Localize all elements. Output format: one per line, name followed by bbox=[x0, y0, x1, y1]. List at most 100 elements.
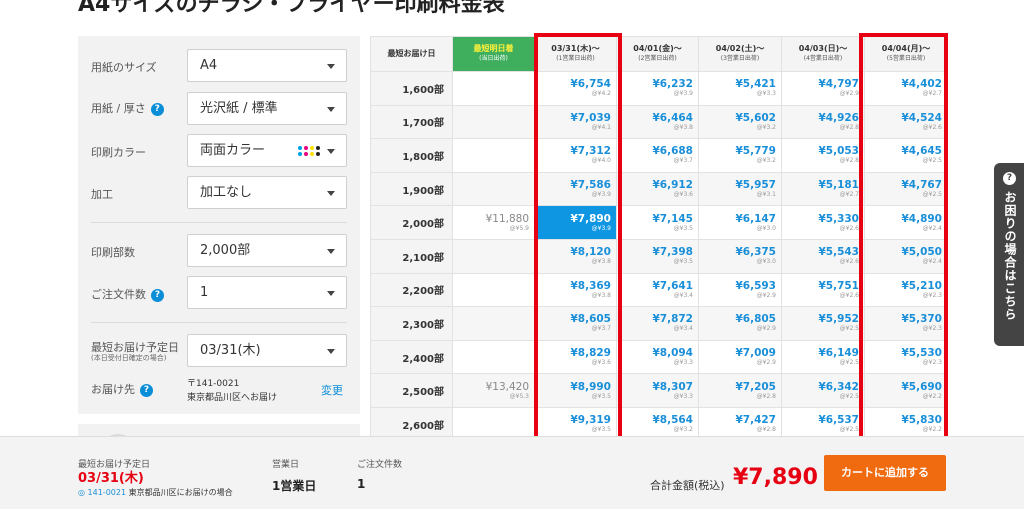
express-price-cell[interactable]: ¥11,880 @¥5.9 bbox=[452, 205, 535, 240]
price-value: ¥6,805 bbox=[735, 313, 776, 326]
price-cell[interactable]: ¥5,050 @¥2.4 bbox=[864, 238, 948, 274]
date-header-title: 04/02(土)〜 bbox=[715, 44, 765, 53]
unit-price: @¥3.3 bbox=[673, 392, 693, 400]
paper-type-value: 光沢紙 / 標準 bbox=[200, 101, 278, 116]
price-cell[interactable]: ¥4,524 @¥2.6 bbox=[864, 104, 948, 140]
paper-size-select[interactable]: A4 bbox=[187, 49, 347, 82]
price-cell[interactable]: ¥5,530 @¥2.3 bbox=[864, 339, 948, 375]
price-value: ¥8,120 bbox=[570, 246, 611, 259]
order-count-label: ご注文件数? bbox=[91, 286, 164, 302]
price-cell[interactable]: ¥7,039 @¥4.1 bbox=[534, 104, 617, 140]
price-cell[interactable]: ¥6,342 @¥2.5 bbox=[781, 373, 865, 408]
order-count-select[interactable]: 1 bbox=[187, 276, 347, 309]
price-cell[interactable]: ¥5,181 @¥2.7 bbox=[781, 171, 865, 207]
price-cell[interactable]: ¥4,926 @¥2.8 bbox=[781, 104, 865, 140]
price-cell[interactable]: ¥5,957 @¥3.1 bbox=[698, 171, 782, 207]
unit-price: @¥2.4 bbox=[922, 224, 942, 232]
price-cell[interactable]: ¥6,805 @¥2.9 bbox=[698, 306, 782, 341]
price-cell[interactable]: ¥6,912 @¥3.6 bbox=[616, 171, 699, 207]
price-cell[interactable]: ¥4,402 @¥2.7 bbox=[864, 71, 948, 106]
summary-zip[interactable]: 141-0021 bbox=[88, 488, 127, 497]
unit-price: @¥4.0 bbox=[591, 157, 611, 165]
destination-label-text: お届け先 bbox=[91, 383, 135, 396]
price-value: ¥7,641 bbox=[652, 279, 693, 292]
unit-price: @¥3.0 bbox=[756, 258, 776, 266]
quantity-cell: 1,700部 bbox=[370, 104, 453, 140]
price-cell[interactable]: ¥6,464 @¥3.8 bbox=[616, 104, 699, 140]
date-header[interactable]: 04/01(金)〜 (2営業日出荷) bbox=[616, 36, 699, 72]
price-cell[interactable]: ¥8,829 @¥3.6 bbox=[534, 339, 617, 375]
destination-change-link[interactable]: 変更 bbox=[321, 382, 343, 398]
table-header-row: 最短お届け日 最短明日着 (当日出荷) 03/31(木)〜 (1営業日出荷) 04… bbox=[370, 36, 948, 72]
price-cell[interactable]: ¥7,890 @¥3.9 bbox=[534, 205, 617, 240]
price-cell[interactable]: ¥6,232 @¥3.9 bbox=[616, 71, 699, 106]
unit-price: @¥2.9 bbox=[756, 359, 776, 367]
quantity-cell: 1,600部 bbox=[370, 71, 453, 106]
add-to-cart-button[interactable]: カートに追加する bbox=[824, 455, 946, 491]
delivery-date-value: 03/31(木) bbox=[200, 343, 261, 358]
price-cell[interactable]: ¥8,307 @¥3.3 bbox=[616, 373, 699, 408]
price-cell[interactable]: ¥6,147 @¥3.0 bbox=[698, 205, 782, 240]
price-value: ¥5,330 bbox=[818, 212, 859, 225]
price-cell[interactable]: ¥4,890 @¥2.4 bbox=[864, 205, 948, 240]
price-cell[interactable]: ¥7,009 @¥2.9 bbox=[698, 339, 782, 375]
price-cell[interactable]: ¥5,053 @¥2.8 bbox=[781, 138, 865, 173]
unit-price: @¥3.9 bbox=[591, 224, 611, 232]
price-cell[interactable]: ¥7,586 @¥3.9 bbox=[534, 171, 617, 207]
price-cell[interactable]: ¥8,369 @¥3.8 bbox=[534, 272, 617, 308]
price-cell[interactable]: ¥6,149 @¥2.5 bbox=[781, 339, 865, 375]
price-cell[interactable]: ¥5,602 @¥3.2 bbox=[698, 104, 782, 140]
price-cell[interactable]: ¥6,375 @¥3.0 bbox=[698, 238, 782, 274]
price-cell[interactable]: ¥7,872 @¥3.4 bbox=[616, 306, 699, 341]
unit-price: @¥3.4 bbox=[673, 291, 693, 299]
finishing-select[interactable]: 加工なし bbox=[187, 176, 347, 209]
price-cell[interactable]: ¥7,312 @¥4.0 bbox=[534, 138, 617, 173]
date-header-sub: (2営業日出荷) bbox=[638, 55, 677, 62]
price-cell[interactable]: ¥5,421 @¥3.3 bbox=[698, 71, 782, 106]
delivery-date-select[interactable]: 03/31(木) bbox=[187, 334, 347, 367]
destination-address: 東京都品川区へお届け bbox=[187, 393, 278, 403]
help-tab[interactable]: ? お困りの場合はこちら bbox=[994, 163, 1024, 346]
price-cell[interactable]: ¥5,779 @¥3.2 bbox=[698, 138, 782, 173]
price-cell[interactable]: ¥6,754 @¥4.2 bbox=[534, 71, 617, 106]
price-cell[interactable]: ¥6,593 @¥2.9 bbox=[698, 272, 782, 308]
price-cell[interactable]: ¥5,330 @¥2.6 bbox=[781, 205, 865, 240]
price-cell[interactable]: ¥4,645 @¥2.5 bbox=[864, 138, 948, 173]
price-cell[interactable]: ¥5,690 @¥2.2 bbox=[864, 373, 948, 408]
price-cell[interactable]: ¥5,543 @¥2.6 bbox=[781, 238, 865, 274]
price-cell[interactable]: ¥5,751 @¥2.6 bbox=[781, 272, 865, 308]
date-header[interactable]: 04/03(日)〜 (4営業日出荷) bbox=[781, 36, 865, 72]
price-cell[interactable]: ¥7,205 @¥2.8 bbox=[698, 373, 782, 408]
print-color-select[interactable]: 両面カラー bbox=[187, 134, 347, 167]
help-icon[interactable]: ? bbox=[140, 384, 153, 397]
unit-price: @¥3.1 bbox=[756, 191, 776, 199]
price-cell[interactable]: ¥4,767 @¥2.5 bbox=[864, 171, 948, 207]
price-cell[interactable]: ¥8,120 @¥3.8 bbox=[534, 238, 617, 274]
price-value: ¥11,880 bbox=[485, 212, 529, 225]
help-icon[interactable]: ? bbox=[151, 289, 164, 302]
price-cell[interactable]: ¥5,210 @¥2.3 bbox=[864, 272, 948, 308]
price-value: ¥5,779 bbox=[735, 145, 776, 158]
price-value: ¥8,307 bbox=[652, 380, 693, 393]
price-value: ¥4,645 bbox=[901, 145, 942, 158]
unit-price: @¥2.5 bbox=[839, 325, 859, 333]
express-price-cell[interactable]: ¥13,420 @¥5.3 bbox=[452, 373, 535, 408]
price-cell[interactable]: ¥8,605 @¥3.7 bbox=[534, 306, 617, 341]
date-header[interactable]: 04/02(土)〜 (3営業日出荷) bbox=[698, 36, 782, 72]
price-cell[interactable]: ¥7,398 @¥3.5 bbox=[616, 238, 699, 274]
quantity-select[interactable]: 2,000部 bbox=[187, 234, 347, 267]
price-cell[interactable]: ¥4,797 @¥2.9 bbox=[781, 71, 865, 106]
date-header[interactable]: 03/31(木)〜 (1営業日出荷) bbox=[534, 36, 617, 72]
paper-type-select[interactable]: 光沢紙 / 標準 bbox=[187, 92, 347, 125]
price-cell[interactable]: ¥5,370 @¥2.3 bbox=[864, 306, 948, 341]
price-cell[interactable]: ¥6,688 @¥3.7 bbox=[616, 138, 699, 173]
price-cell[interactable]: ¥8,990 @¥3.5 bbox=[534, 373, 617, 408]
paper-type-row: 用紙 / 厚さ? 光沢紙 / 標準 bbox=[78, 92, 360, 126]
price-cell[interactable]: ¥7,641 @¥3.4 bbox=[616, 272, 699, 308]
express-header[interactable]: 最短明日着 (当日出荷) bbox=[452, 36, 535, 72]
date-header[interactable]: 04/04(月)〜 (5営業日出荷) bbox=[864, 36, 948, 72]
price-cell[interactable]: ¥5,952 @¥2.5 bbox=[781, 306, 865, 341]
price-cell[interactable]: ¥8,094 @¥3.3 bbox=[616, 339, 699, 375]
price-cell[interactable]: ¥7,145 @¥3.5 bbox=[616, 205, 699, 240]
help-icon[interactable]: ? bbox=[150, 103, 164, 116]
